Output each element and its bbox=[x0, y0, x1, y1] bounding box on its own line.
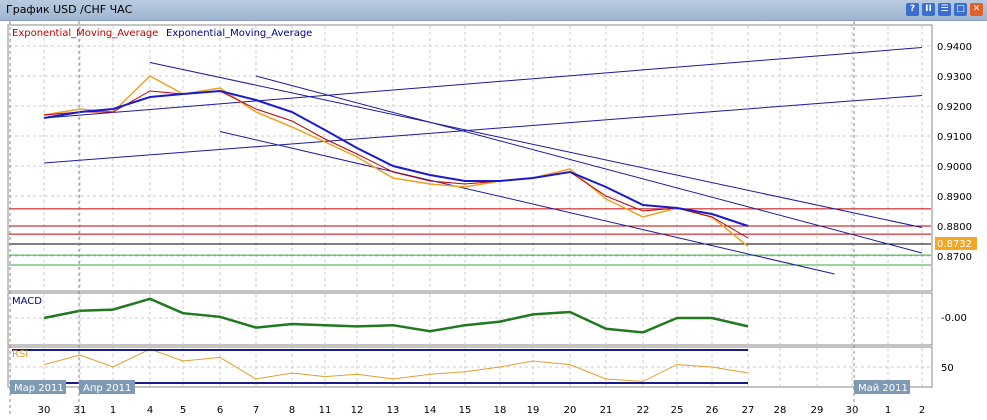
rsi-tick: 50 bbox=[941, 363, 954, 374]
legend-ema-red: Exponential_Moving_Average bbox=[12, 28, 158, 39]
y-tick-label: 0.9300 bbox=[937, 72, 972, 83]
y-tick-label: 0.9100 bbox=[937, 132, 972, 143]
x-tick-label: 30 bbox=[846, 405, 859, 416]
x-tick-label: 21 bbox=[600, 405, 613, 416]
x-tick-label: 22 bbox=[637, 405, 650, 416]
x-tick-label: 27 bbox=[742, 405, 755, 416]
tile-horizontal-button[interactable]: ☰ bbox=[938, 3, 951, 16]
window-titlebar: График USD /CHF ЧАС ? II ☰ □ ✕ bbox=[0, 0, 987, 21]
month-label: Май 2011 bbox=[858, 383, 908, 394]
x-tick-label: 20 bbox=[564, 405, 577, 416]
x-tick-label: 15 bbox=[459, 405, 472, 416]
x-tick-label: 8 bbox=[289, 405, 295, 416]
tile-vertical-button[interactable]: II bbox=[922, 3, 935, 16]
month-label: Мар 2011 bbox=[14, 383, 64, 394]
x-tick-label: 2 bbox=[919, 405, 925, 416]
x-tick-label: 4 bbox=[147, 405, 153, 416]
last-price: 0.8732 bbox=[937, 239, 972, 250]
maximize-button[interactable]: □ bbox=[954, 3, 967, 16]
x-tick-label: 1 bbox=[110, 405, 116, 416]
y-tick-label: 0.8800 bbox=[937, 222, 972, 233]
rsi-label: RSI bbox=[12, 349, 28, 360]
x-tick-label: 11 bbox=[319, 405, 332, 416]
x-tick-label: 19 bbox=[527, 405, 540, 416]
y-tick-label: 0.8900 bbox=[937, 192, 972, 203]
x-tick-label: 14 bbox=[424, 405, 437, 416]
x-tick-label: 12 bbox=[351, 405, 364, 416]
x-tick-label: 26 bbox=[706, 405, 719, 416]
chart-area[interactable]: 30 31 1 4 5 6 7 8 11 12 13 14 15 18 19 20 21 22 25 26 27 28 29… bbox=[0, 21, 987, 420]
rsi-panel bbox=[7, 346, 933, 388]
x-tick-label: 5 bbox=[180, 405, 186, 416]
x-tick-label: 30 bbox=[38, 405, 51, 416]
y-tick-label: 0.9200 bbox=[937, 102, 972, 113]
x-tick-label: 29 bbox=[811, 405, 824, 416]
month-label: Апр 2011 bbox=[83, 383, 131, 394]
y-tick-label: 0.8700 bbox=[937, 252, 972, 263]
macd-label: MACD bbox=[12, 296, 42, 307]
x-tick-label: 6 bbox=[217, 405, 223, 416]
window-title: График USD /CHF ЧАС bbox=[6, 3, 133, 16]
close-button[interactable]: ✕ bbox=[970, 3, 983, 16]
x-tick-label: 1 bbox=[885, 405, 891, 416]
x-tick-label: 28 bbox=[774, 405, 787, 416]
x-tick-label: 7 bbox=[253, 405, 259, 416]
macd-tick: -0.00 bbox=[941, 313, 967, 324]
x-tick-label: 18 bbox=[494, 405, 507, 416]
x-tick-label: 13 bbox=[387, 405, 400, 416]
y-tick-label: 0.9400 bbox=[937, 42, 972, 53]
y-tick-label: 0.9000 bbox=[937, 162, 972, 173]
price-panel bbox=[7, 24, 933, 292]
help-button[interactable]: ? bbox=[906, 3, 919, 16]
legend-ema-blue: Exponential_Moving_Average bbox=[166, 28, 312, 39]
x-tick-label: 31 bbox=[74, 405, 87, 416]
x-tick-label: 25 bbox=[671, 405, 684, 416]
